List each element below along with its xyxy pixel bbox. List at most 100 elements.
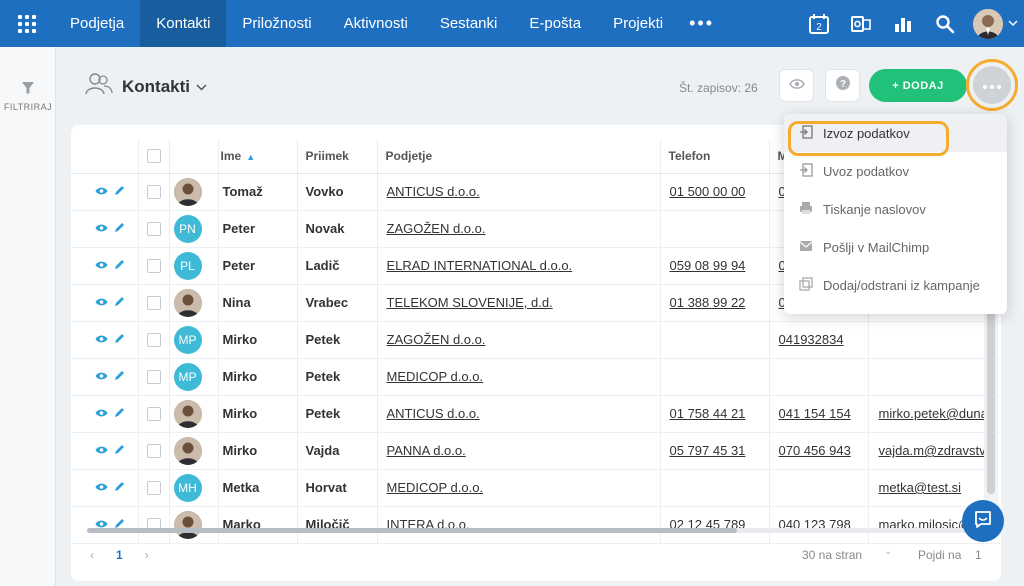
app-grid-icon[interactable] <box>0 0 54 47</box>
sort-icon[interactable]: ▲ <box>246 152 255 162</box>
per-page-select[interactable]: 30 na stran <box>802 548 862 562</box>
nav-item-sestanki[interactable]: Sestanki <box>424 0 514 47</box>
cell-podjetje-link[interactable]: ANTICUS d.o.o. <box>387 184 480 199</box>
nav-item-eposta[interactable]: E-pošta <box>513 0 597 47</box>
help-button[interactable]: ? <box>825 69 860 102</box>
column-header-podjetje[interactable]: Podjetje <box>376 139 660 174</box>
table-row[interactable]: MP Mirko Petek MEDICOP d.o.o. <box>71 358 1001 396</box>
row-checkbox[interactable] <box>137 358 169 396</box>
cell-podjetje-link[interactable]: MEDICOP d.o.o. <box>387 480 484 495</box>
nav-item-projekti[interactable]: Projekti <box>597 0 679 47</box>
title-chevron-down-icon[interactable] <box>196 78 207 96</box>
cell-mobitel-link[interactable]: 070 456 943 <box>779 443 851 458</box>
menu-item-mailchimp[interactable]: Pošlji v MailChimp <box>784 228 1007 266</box>
row-checkbox[interactable] <box>137 284 169 322</box>
row-checkbox[interactable] <box>137 432 169 470</box>
nav-item-aktivnosti[interactable]: Aktivnosti <box>328 0 424 47</box>
cell-email-link[interactable]: mirko.petek@dunaj <box>879 406 991 421</box>
row-checkbox[interactable] <box>137 210 169 248</box>
view-eye-icon[interactable] <box>95 406 108 421</box>
cell-telefon-link[interactable]: 01 758 44 21 <box>670 406 746 421</box>
per-page-chevron-icon[interactable]: ⌄ <box>884 546 892 557</box>
top-navigation-bar: Podjetja Kontakti Priložnosti Aktivnosti… <box>0 0 1024 47</box>
view-eye-icon[interactable] <box>95 443 108 458</box>
nav-item-priloznosti[interactable]: Priložnosti <box>226 0 327 47</box>
menu-item-campaign[interactable]: Dodaj/odstrani iz kampanje <box>784 266 1007 304</box>
table-row[interactable]: Marko Miločič INTERA d.o.o. 02 12 45 789… <box>71 506 1001 544</box>
column-header-telefon[interactable]: Telefon <box>659 139 769 174</box>
cell-mobitel-link[interactable]: 041 154 154 <box>779 406 851 421</box>
page-title[interactable]: Kontakti <box>122 77 190 97</box>
edit-pencil-icon[interactable] <box>114 406 125 421</box>
more-actions-button[interactable] <box>973 66 1011 104</box>
view-toggle-button[interactable] <box>779 69 814 102</box>
edit-pencil-icon[interactable] <box>114 443 125 458</box>
edit-pencil-icon[interactable] <box>114 480 125 495</box>
cell-podjetje-link[interactable]: MEDICOP d.o.o. <box>387 369 484 384</box>
next-page-button[interactable]: › <box>145 548 149 562</box>
user-menu[interactable] <box>966 0 1024 47</box>
view-eye-icon[interactable] <box>95 221 108 236</box>
horizontal-scroll-thumb[interactable] <box>87 528 737 533</box>
cell-telefon-link[interactable]: 05 797 45 31 <box>670 443 746 458</box>
cell-podjetje-link[interactable]: ANTICUS d.o.o. <box>387 406 480 421</box>
edit-pencil-icon[interactable] <box>114 332 125 347</box>
avatar: MH <box>173 473 202 502</box>
edit-pencil-icon[interactable] <box>114 184 125 199</box>
cell-email-link[interactable]: vajda.m@zdravstvo <box>879 443 993 458</box>
view-eye-icon[interactable] <box>95 480 108 495</box>
prev-page-button[interactable]: ‹ <box>90 548 94 562</box>
nav-item-kontakti[interactable]: Kontakti <box>140 0 227 47</box>
column-header-ime[interactable]: Ime ▲ <box>217 139 297 174</box>
row-checkbox[interactable] <box>137 395 169 433</box>
filter-button[interactable]: FILTRIRAJ <box>0 81 56 112</box>
column-header-priimek[interactable]: Priimek <box>296 139 377 174</box>
edit-pencil-icon[interactable] <box>114 258 125 273</box>
page-header: Kontakti <box>84 72 207 101</box>
row-checkbox[interactable] <box>137 506 169 544</box>
view-eye-icon[interactable] <box>95 258 108 273</box>
row-checkbox[interactable] <box>137 247 169 285</box>
row-checkbox[interactable] <box>137 469 169 507</box>
edit-pencil-icon[interactable] <box>114 369 125 384</box>
cell-telefon-link[interactable]: 01 388 99 22 <box>670 295 746 310</box>
table-row[interactable]: Mirko Vajda PANNA d.o.o. 05 797 45 31 07… <box>71 432 1001 470</box>
goto-page-input[interactable]: 1 <box>975 548 982 562</box>
cell-mobitel-link[interactable]: 041932834 <box>779 332 844 347</box>
search-icon[interactable] <box>924 0 966 47</box>
edit-pencil-icon[interactable] <box>114 295 125 310</box>
edit-pencil-icon[interactable] <box>114 221 125 236</box>
outlook-icon[interactable] <box>840 0 882 47</box>
row-checkbox[interactable] <box>137 321 169 359</box>
view-eye-icon[interactable] <box>95 332 108 347</box>
nav-more-button[interactable]: ••• <box>679 13 724 34</box>
cell-telefon-link[interactable]: 059 08 99 94 <box>670 258 746 273</box>
reports-chart-icon[interactable] <box>882 0 924 47</box>
cell-podjetje-link[interactable]: TELEKOM SLOVENIJE, d.d. <box>387 295 553 310</box>
cell-podjetje-link[interactable]: ZAGOŽEN d.o.o. <box>387 221 486 236</box>
view-eye-icon[interactable] <box>95 369 108 384</box>
current-page[interactable]: 1 <box>116 548 123 562</box>
calendar-icon[interactable]: 2 <box>798 0 840 47</box>
chat-widget-button[interactable] <box>962 500 1004 542</box>
funnel-icon <box>21 82 35 99</box>
select-all-checkbox[interactable] <box>137 139 169 174</box>
add-button[interactable]: + DODAJ <box>869 69 967 102</box>
table-row[interactable]: Mirko Petek ANTICUS d.o.o. 01 758 44 21 … <box>71 395 1001 433</box>
horizontal-scrollbar[interactable] <box>87 528 977 533</box>
menu-item-print-addresses[interactable]: Tiskanje naslovov <box>784 190 1007 228</box>
cell-podjetje-link[interactable]: PANNA d.o.o. <box>387 443 466 458</box>
pagination: ‹ 1 › <box>90 548 149 562</box>
menu-item-import[interactable]: Uvoz podatkov <box>784 152 1007 190</box>
nav-item-podjetja[interactable]: Podjetja <box>54 0 140 47</box>
cell-podjetje-link[interactable]: ELRAD INTERNATIONAL d.o.o. <box>387 258 573 273</box>
cell-ime: Mirko <box>217 358 297 396</box>
cell-podjetje-link[interactable]: ZAGOŽEN d.o.o. <box>387 332 486 347</box>
table-row[interactable]: MH Metka Horvat MEDICOP d.o.o. metka@tes… <box>71 469 1001 507</box>
cell-email-link[interactable]: metka@test.si <box>879 480 962 495</box>
view-eye-icon[interactable] <box>95 184 108 199</box>
cell-telefon-link[interactable]: 01 500 00 00 <box>670 184 746 199</box>
table-row[interactable]: MP Mirko Petek ZAGOŽEN d.o.o. 041932834 <box>71 321 1001 359</box>
row-checkbox[interactable] <box>137 173 169 211</box>
view-eye-icon[interactable] <box>95 295 108 310</box>
